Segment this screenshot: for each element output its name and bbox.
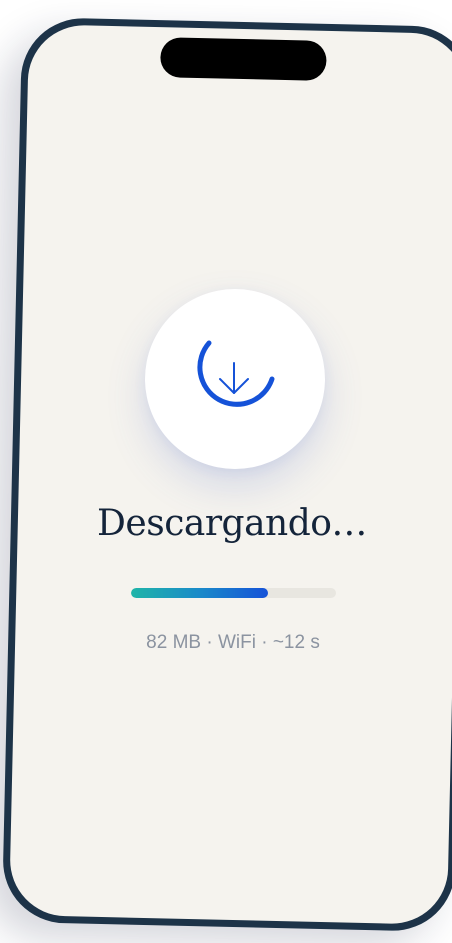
download-arrow-icon	[219, 362, 249, 394]
download-progress-bar	[131, 588, 336, 598]
download-progress-fill	[131, 588, 269, 598]
download-meta: 82 MB · WiFi · ~12 s	[146, 632, 320, 653]
download-screen: Descargando… 82 MB · WiFi · ~12 s	[0, 0, 452, 943]
progress-ring-icon	[197, 340, 275, 407]
download-status-circle	[145, 289, 325, 469]
download-title: Descargando…	[97, 503, 367, 544]
app-stage: Descargando… 82 MB · WiFi · ~12 s	[0, 0, 452, 943]
progress-ring-arc	[197, 340, 275, 407]
